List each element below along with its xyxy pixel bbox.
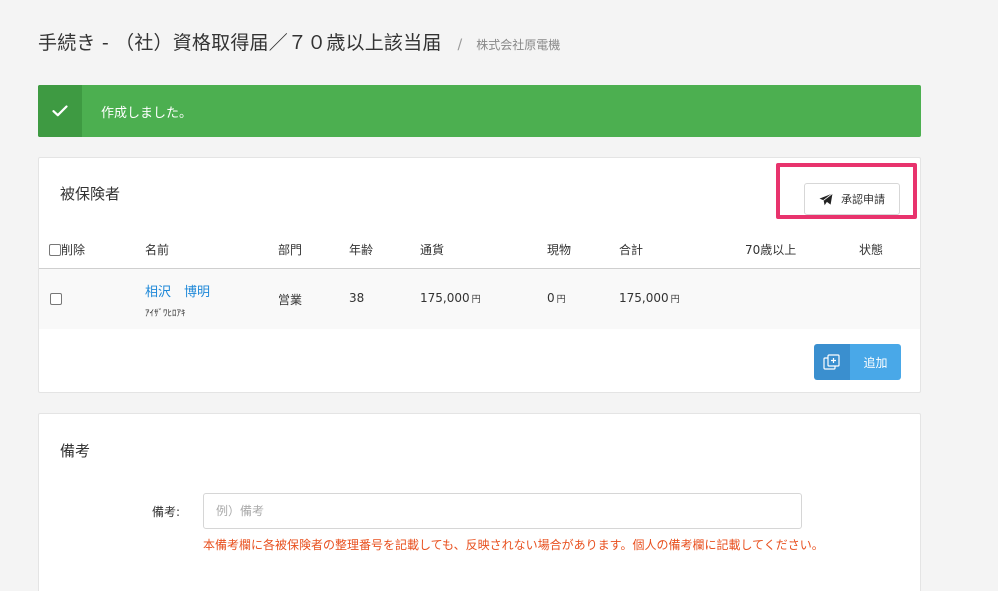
row-delete-checkbox[interactable] <box>50 293 62 305</box>
total-value: 175,000 <box>619 291 669 305</box>
header-currency: 通貨 <box>420 243 445 257</box>
in-kind-unit: 円 <box>556 295 566 305</box>
header-name: 名前 <box>145 243 170 257</box>
header-over70: 70歳以上 <box>745 243 797 257</box>
department-cell: 営業 <box>278 293 303 307</box>
page-title: 手続き - （社）資格取得届／７０歳以上該当届 <box>38 32 442 54</box>
notes-label: 備考: <box>152 505 181 519</box>
header-status: 状態 <box>859 243 884 257</box>
header-delete: 削除 <box>49 241 85 258</box>
page-header: 手続き - （社）資格取得届／７０歳以上該当届 / 株式会社原電機 <box>38 28 560 56</box>
currency-value: 175,000 <box>420 291 470 305</box>
insured-panel: 被保険者 承認申請 削除 名前 部門 年齢 通貨 現物 合計 70歳以上 状態 … <box>38 157 921 393</box>
approve-request-button[interactable]: 承認申請 <box>804 183 900 215</box>
company-name: 株式会社原電機 <box>476 38 561 52</box>
currency-unit: 円 <box>471 295 481 305</box>
breadcrumb-separator: / <box>457 37 463 53</box>
approve-highlight: 承認申請 <box>776 163 917 219</box>
check-icon <box>38 85 82 137</box>
notes-panel-title: 備考 <box>60 442 91 460</box>
name-cell: 相沢 博明 ｱｲｻﾞﾜﾋﾛｱｷ <box>145 281 210 319</box>
approve-request-label: 承認申請 <box>841 193 885 206</box>
table-row: 相沢 博明 ｱｲｻﾞﾜﾋﾛｱｷ 営業 38 175,000 円 0円 175,00… <box>39 269 920 329</box>
insured-name-kana: ｱｲｻﾞﾜﾋﾛｱｷ <box>145 309 186 319</box>
header-age: 年齢 <box>349 243 374 257</box>
paper-plane-icon <box>819 192 833 205</box>
total-unit: 円 <box>670 295 680 305</box>
in-kind-cell: 0円 <box>547 291 566 305</box>
success-alert: 作成しました。 <box>38 85 921 137</box>
insured-name-link[interactable]: 相沢 博明 <box>145 281 210 300</box>
currency-cell: 175,000 円 <box>420 291 481 305</box>
notes-warning: 本備考欄に各被保険者の整理番号を記載しても、反映されない場合があります。個人の備… <box>203 538 824 552</box>
insured-panel-title: 被保険者 <box>60 185 121 203</box>
header-delete-label: 削除 <box>61 243 86 257</box>
add-button[interactable]: 追加 <box>814 344 901 380</box>
header-department: 部門 <box>278 243 303 257</box>
in-kind-value: 0 <box>547 291 555 305</box>
header-total: 合計 <box>619 243 644 257</box>
total-cell: 175,000 円 <box>619 291 680 305</box>
add-card-icon <box>814 344 850 380</box>
notes-panel: 備考 備考: 本備考欄に各被保険者の整理番号を記載しても、反映されない場合があり… <box>38 413 921 591</box>
age-cell: 38 <box>349 291 365 305</box>
alert-message: 作成しました。 <box>101 105 193 121</box>
add-button-label: 追加 <box>850 344 901 380</box>
header-in-kind: 現物 <box>547 243 572 257</box>
notes-input[interactable] <box>203 493 802 529</box>
select-all-checkbox[interactable] <box>49 243 61 256</box>
